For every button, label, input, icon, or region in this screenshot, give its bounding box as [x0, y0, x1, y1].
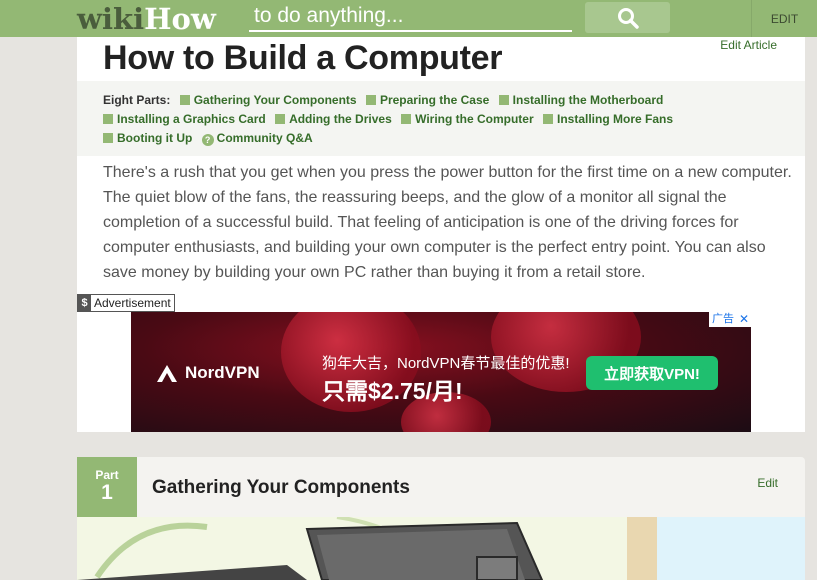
- square-bullet-icon: [365, 95, 376, 105]
- ad-headline: 狗年大吉，NordVPN春节最佳的优惠!: [322, 355, 570, 372]
- logo-how-text: How: [144, 1, 216, 36]
- search-box: [249, 1, 572, 32]
- toc-item-gathering[interactable]: Gathering Your Components: [179, 93, 357, 107]
- square-bullet-icon: [103, 133, 113, 143]
- square-bullet-icon: [401, 114, 412, 124]
- part-title: Gathering Your Components: [152, 477, 410, 498]
- mountain-logo-icon: [157, 365, 177, 382]
- toc-item-fans[interactable]: Installing More Fans: [543, 112, 673, 126]
- toc-item-booting[interactable]: Booting it Up: [103, 131, 192, 145]
- part-number: 1: [101, 481, 113, 504]
- part-word: Part: [95, 468, 119, 482]
- toc-item-motherboard[interactable]: Installing the Motherboard: [498, 93, 663, 107]
- toc-item-graphics-card[interactable]: Installing a Graphics Card: [103, 112, 266, 126]
- article-card: Edit Article How to Build a Computer Eig…: [77, 37, 805, 432]
- square-bullet-icon: [543, 114, 553, 124]
- wikihow-logo[interactable]: wiki How: [77, 0, 216, 37]
- toc-item-preparing-case[interactable]: Preparing the Case: [365, 93, 489, 107]
- square-bullet-icon: [103, 114, 113, 124]
- toc-item-wiring[interactable]: Wiring the Computer: [401, 112, 534, 126]
- edit-button[interactable]: EDIT: [751, 0, 817, 37]
- edit-article-link[interactable]: Edit Article: [720, 38, 777, 52]
- nordvpn-brand: NordVPN: [185, 363, 260, 382]
- part-badge: Part 1: [77, 457, 137, 517]
- toc-label: Eight Parts:: [103, 93, 171, 107]
- ad-cta-button[interactable]: 立即获取VPN!: [586, 356, 718, 390]
- nordvpn-logo: NordVPN: [155, 363, 260, 383]
- dollar-icon: $: [78, 295, 91, 311]
- part-header: Part 1 Gathering Your Components Edit: [77, 457, 805, 517]
- article-intro: There's a rush that you get when you pre…: [103, 164, 792, 281]
- toc-item-community-qa[interactable]: ? Community Q&A: [201, 131, 313, 146]
- square-bullet-icon: [179, 95, 190, 105]
- ad-choices-tag[interactable]: 广告: [709, 312, 737, 327]
- search-icon: [617, 7, 639, 29]
- advertisement-label: $ Advertisement: [77, 294, 175, 312]
- question-mark-icon: ?: [201, 134, 214, 146]
- toc-item-drives[interactable]: Adding the Drives: [275, 112, 392, 126]
- logo-wiki-text: wiki: [77, 1, 145, 36]
- search-button[interactable]: [585, 2, 670, 33]
- part-edit-link[interactable]: Edit: [757, 476, 778, 490]
- article-title: How to Build a Computer: [103, 39, 503, 77]
- square-bullet-icon: [275, 114, 286, 124]
- ad-close-icon[interactable]: ✕: [737, 312, 751, 327]
- square-bullet-icon: [498, 95, 509, 105]
- step-illustration: [77, 517, 805, 580]
- search-input[interactable]: [249, 1, 572, 30]
- ad-price: 只需$2.75/月!: [322, 378, 463, 404]
- top-navigation-bar: wiki How EDIT: [0, 0, 817, 37]
- ad-banner[interactable]: 广告 ✕ NordVPN 狗年大吉，NordVPN春节最佳的优惠! 只需$2.7…: [131, 312, 751, 432]
- table-of-contents: Eight Parts: Gathering Your Components P…: [77, 81, 805, 156]
- computer-case-illustration: [77, 517, 805, 580]
- advertisement-text: Advertisement: [94, 296, 171, 310]
